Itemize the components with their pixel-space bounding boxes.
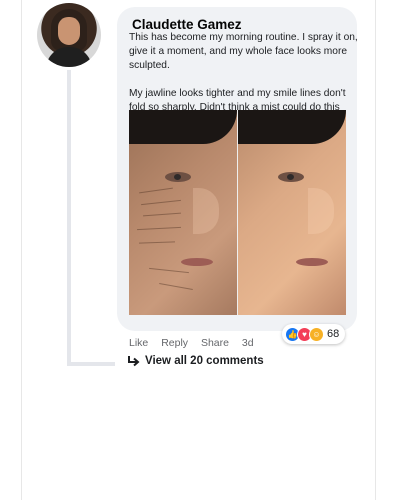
share-button[interactable]: Share bbox=[201, 337, 229, 349]
like-button[interactable]: Like bbox=[129, 337, 148, 349]
reply-arrow-icon bbox=[128, 356, 140, 367]
before-face-image bbox=[129, 110, 237, 315]
view-all-comments-label: View all 20 comments bbox=[145, 355, 264, 367]
avatar[interactable] bbox=[37, 3, 101, 67]
after-face-image bbox=[238, 110, 346, 315]
view-all-comments-link[interactable]: View all 20 comments bbox=[127, 355, 264, 367]
avatar-body bbox=[46, 47, 92, 67]
comment-paragraph-1: This has become my morning routine. I sp… bbox=[129, 32, 358, 71]
thread-line bbox=[67, 70, 71, 365]
avatar-face bbox=[58, 17, 80, 45]
before-after-photo[interactable] bbox=[129, 110, 346, 315]
comment-timestamp: 3d bbox=[241, 337, 254, 349]
reaction-count: 68 bbox=[327, 328, 340, 340]
right-frame-line bbox=[375, 0, 376, 500]
care-icon: ☺ bbox=[309, 326, 324, 342]
left-frame-line bbox=[21, 0, 22, 500]
thread-elbow bbox=[67, 362, 115, 366]
reply-button[interactable]: Reply bbox=[161, 337, 188, 349]
comment-actions: Like Reply Share 3d bbox=[129, 337, 254, 349]
reactions-summary[interactable]: 👍 ♥ ☺ 68 bbox=[282, 324, 346, 344]
comment-author[interactable]: Claudette Gamez bbox=[132, 17, 242, 32]
